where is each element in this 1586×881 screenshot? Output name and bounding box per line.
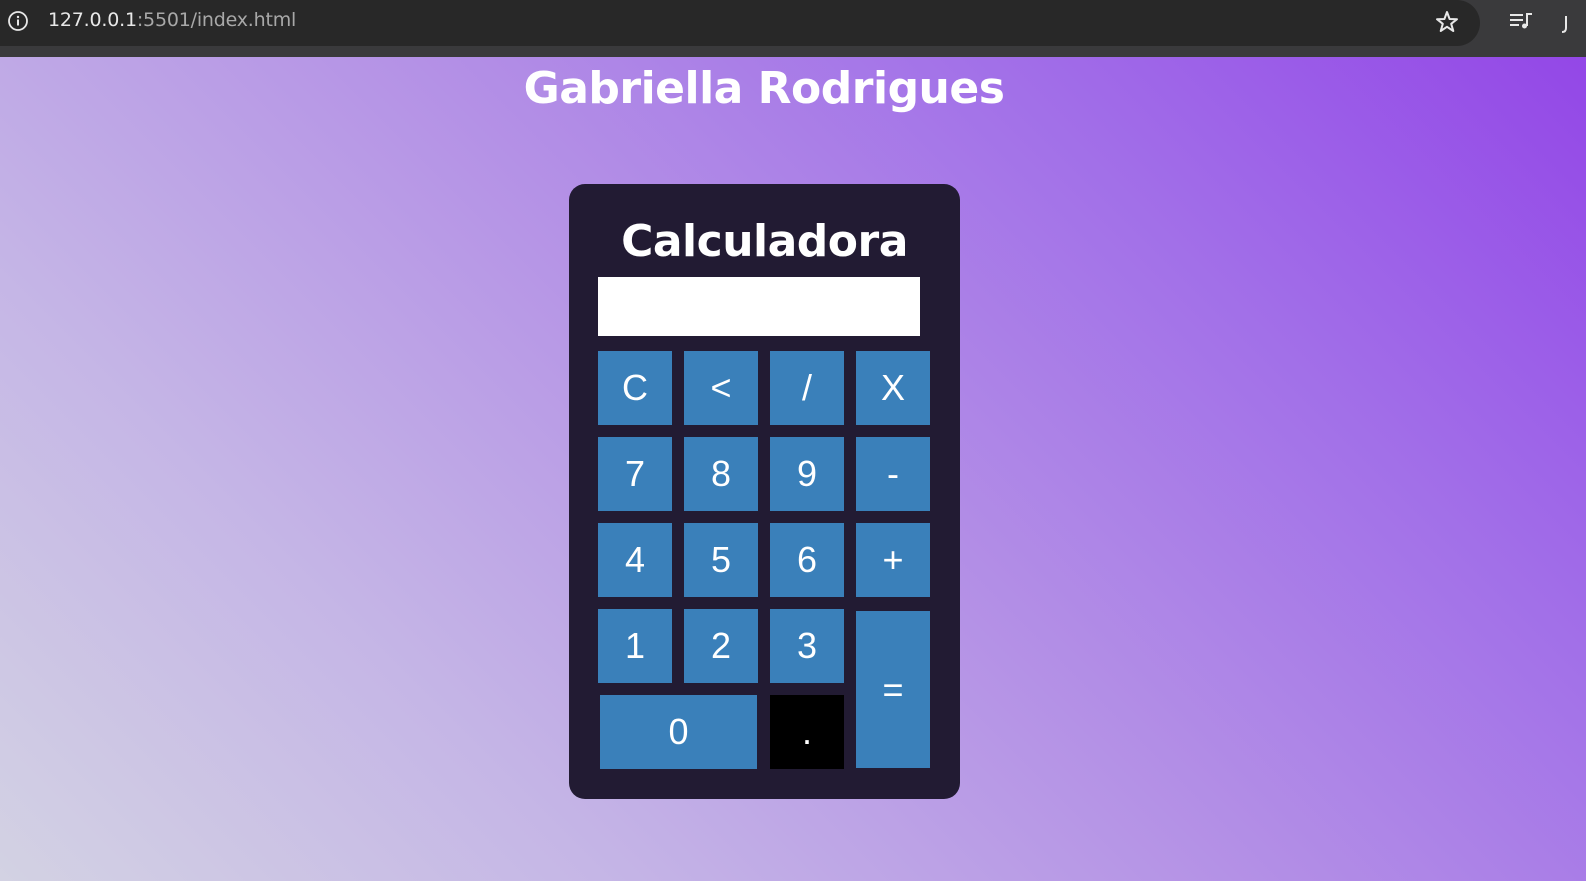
reading-list-icon[interactable]	[1508, 10, 1534, 34]
page-heading: Gabriella Rodrigues	[523, 63, 1005, 114]
backspace-button[interactable]: <	[684, 351, 758, 425]
profile-icon[interactable]	[1556, 12, 1580, 36]
digit-1-button[interactable]: 1	[598, 609, 672, 683]
digit-6-button[interactable]: 6	[770, 523, 844, 597]
clear-button[interactable]: C	[598, 351, 672, 425]
decimal-button[interactable]: .	[770, 695, 844, 769]
divide-button[interactable]: /	[770, 351, 844, 425]
calculator-title: Calculadora	[621, 216, 908, 267]
digit-3-button[interactable]: 3	[770, 609, 844, 683]
url-path: :5501/index.html	[136, 9, 297, 31]
equals-button[interactable]: =	[856, 611, 930, 768]
digit-5-button[interactable]: 5	[684, 523, 758, 597]
digit-7-button[interactable]: 7	[598, 437, 672, 511]
digit-4-button[interactable]: 4	[598, 523, 672, 597]
digit-8-button[interactable]: 8	[684, 437, 758, 511]
multiply-button[interactable]: X	[856, 351, 930, 425]
page-background: Gabriella Rodrigues Calculadora C < / X …	[0, 57, 1586, 881]
calculator-display[interactable]	[598, 277, 920, 336]
url-host: 127.0.0.1	[48, 9, 137, 31]
info-icon[interactable]	[7, 10, 29, 32]
calculator: Calculadora C < / X 7 8 9 - 4 5 6 + 1 2 …	[569, 184, 960, 799]
subtract-button[interactable]: -	[856, 437, 930, 511]
browser-toolbar: 127.0.0.1:5501/index.html	[0, 0, 1586, 57]
address-bar[interactable]: 127.0.0.1:5501/index.html	[0, 0, 1480, 46]
star-icon[interactable]	[1434, 9, 1460, 35]
add-button[interactable]: +	[856, 523, 930, 597]
digit-2-button[interactable]: 2	[684, 609, 758, 683]
digit-9-button[interactable]: 9	[770, 437, 844, 511]
digit-0-button[interactable]: 0	[600, 695, 757, 769]
url-text[interactable]: 127.0.0.1:5501/index.html	[48, 9, 296, 31]
